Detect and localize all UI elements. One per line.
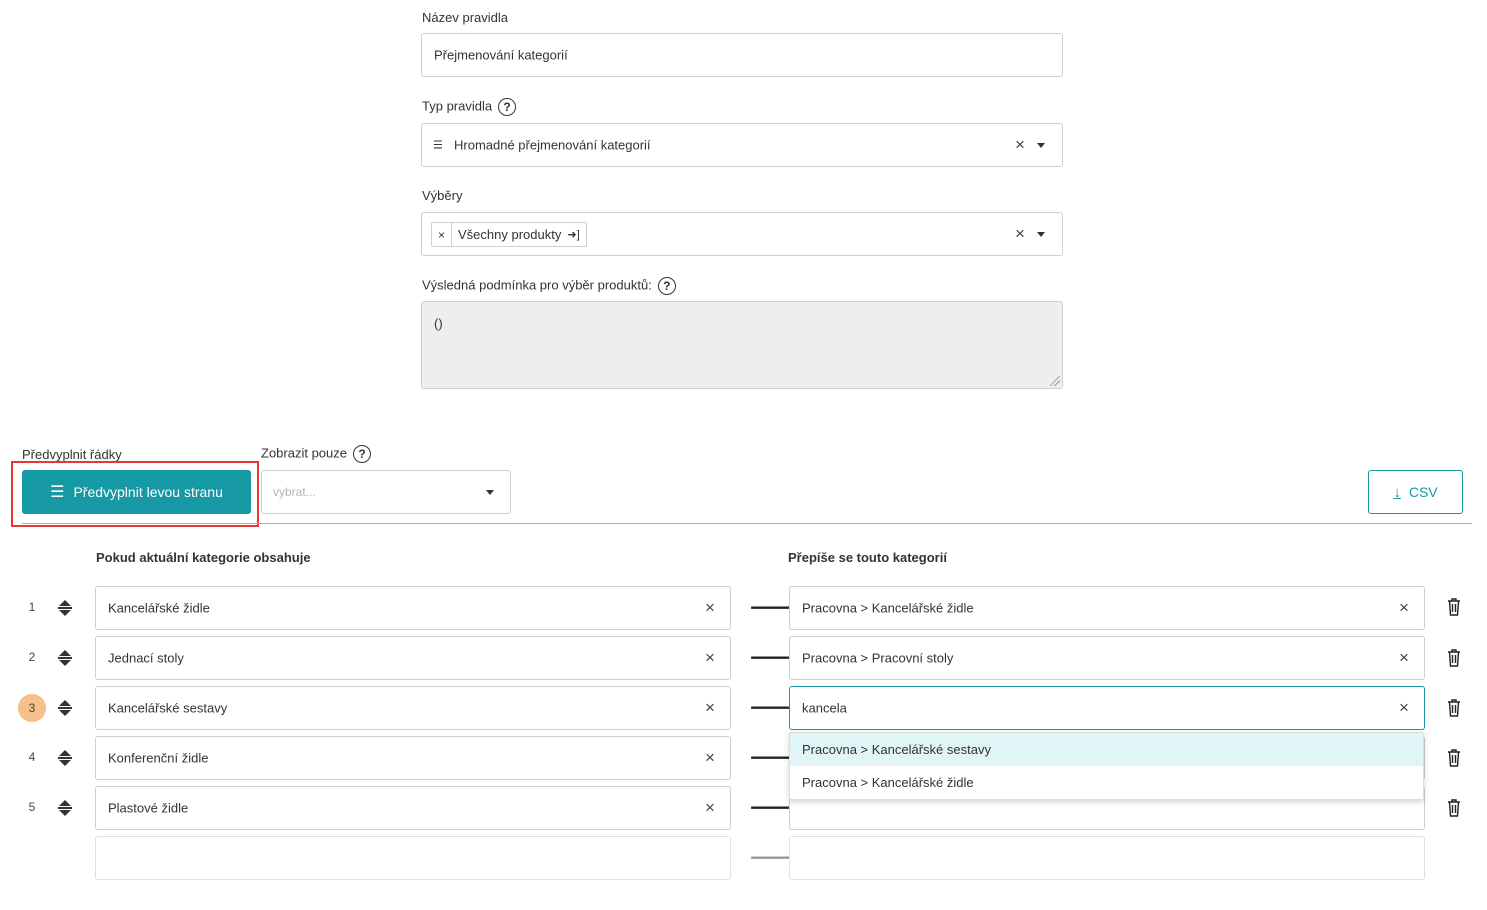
download-icon: ↓ — [1393, 483, 1401, 501]
left-column-header: Pokud aktuální kategorie obsahuje — [96, 550, 311, 565]
target-input-focused[interactable]: kancela × — [789, 686, 1425, 730]
new-source-input[interactable] — [95, 836, 731, 880]
row-number: 1 — [28, 600, 36, 614]
drag-sort-icon[interactable] — [58, 649, 72, 667]
rule-type-label-row: Typ pravidla? — [422, 98, 517, 116]
autocomplete-option[interactable]: Pracovna > Kancelářské židle — [790, 766, 1423, 799]
row-number: 5 — [28, 800, 36, 814]
clear-icon[interactable]: × — [705, 698, 715, 718]
right-column-header: Přepíše se touto kategorií — [788, 550, 947, 565]
rule-name-label: Název pravidla — [422, 10, 508, 25]
source-value: Kancelářské sestavy — [108, 700, 228, 716]
clear-icon[interactable]: × — [1399, 698, 1409, 718]
source-value: Konferenční židle — [108, 750, 209, 766]
trash-icon[interactable] — [1447, 799, 1461, 817]
source-input[interactable]: Kancelářské židle × — [95, 586, 731, 630]
rule-name-value: Přejmenování kategorií — [434, 47, 568, 63]
selections-label: Výběry — [422, 188, 463, 203]
rule-name-input[interactable]: Přejmenování kategorií — [421, 33, 1063, 77]
remove-tag-icon[interactable]: × — [432, 223, 453, 246]
show-only-label: Zobrazit pouze — [261, 445, 347, 461]
target-input[interactable]: Pracovna > Pracovní stoly × — [789, 636, 1425, 680]
sign-in-icon[interactable]: ➜] — [567, 228, 585, 241]
target-input[interactable]: Pracovna > Kancelářské židle × — [789, 586, 1425, 630]
chevron-down-icon[interactable] — [1037, 143, 1045, 148]
list-icon: ☰ — [50, 484, 65, 501]
source-value: Plastové židle — [108, 800, 189, 816]
rule-type-value: Hromadné přejmenování kategorií — [454, 137, 651, 153]
selections-select[interactable]: × Všechny produkty ➜] × — [421, 212, 1063, 256]
prefill-left-button[interactable]: ☰ Předvyplnit levou stranu — [22, 470, 251, 514]
csv-button[interactable]: ↓ CSV — [1368, 470, 1463, 514]
show-only-select[interactable]: vybrat... — [261, 470, 511, 514]
source-input[interactable]: Plastové židle × — [95, 786, 731, 830]
target-value: Pracovna > Kancelářské židle — [802, 600, 974, 616]
drag-sort-icon[interactable] — [58, 749, 72, 767]
condition-textarea: () — [421, 301, 1063, 389]
source-input[interactable]: Kancelářské sestavy × — [95, 686, 731, 730]
prefill-label: Předvyplnit řádky — [22, 447, 122, 462]
source-value: Jednací stoly — [108, 650, 184, 666]
source-input[interactable]: Konferenční židle × — [95, 736, 731, 780]
target-value: kancela — [802, 700, 847, 716]
autocomplete-option[interactable]: Pracovna > Kancelářské sestavy — [790, 733, 1423, 766]
row-number: 2 — [28, 650, 36, 664]
condition-label-row: Výsledná podmínka pro výběr produktů:? — [422, 277, 676, 295]
row-number-active: 3 — [18, 694, 46, 722]
help-icon[interactable]: ? — [498, 98, 517, 116]
prefill-left-label: Předvyplnit levou stranu — [73, 484, 223, 500]
source-value: Kancelářské židle — [108, 600, 210, 616]
row-number: 4 — [28, 750, 36, 764]
condition-label: Výsledná podmínka pro výběr produktů: — [422, 277, 652, 293]
condition-value: () — [434, 316, 443, 331]
clear-icon[interactable]: × — [1015, 135, 1025, 155]
clear-icon[interactable]: × — [1015, 224, 1025, 244]
new-target-input[interactable] — [789, 836, 1425, 880]
drag-sort-icon[interactable] — [58, 699, 72, 717]
csv-label: CSV — [1408, 484, 1438, 500]
selection-tag: × Všechny produkty ➜] — [431, 222, 587, 247]
target-value: Pracovna > Pracovní stoly — [802, 650, 954, 666]
trash-icon[interactable] — [1447, 598, 1461, 616]
show-only-label-row: Zobrazit pouze? — [261, 445, 371, 463]
drag-sort-icon[interactable] — [58, 599, 72, 617]
divider — [22, 523, 1472, 524]
clear-icon[interactable]: × — [705, 598, 715, 618]
clear-icon[interactable]: × — [705, 798, 715, 818]
clear-icon[interactable]: × — [705, 748, 715, 768]
drag-sort-icon[interactable] — [58, 799, 72, 817]
clear-icon[interactable]: × — [705, 648, 715, 668]
trash-icon[interactable] — [1447, 649, 1461, 667]
help-icon[interactable]: ? — [353, 445, 371, 463]
trash-icon[interactable] — [1447, 699, 1461, 717]
clear-icon[interactable]: × — [1399, 648, 1409, 668]
chevron-down-icon[interactable] — [1037, 232, 1045, 237]
help-icon[interactable]: ? — [657, 277, 676, 295]
resize-handle[interactable] — [1050, 376, 1060, 386]
source-input[interactable]: Jednací stoly × — [95, 636, 731, 680]
autocomplete-dropdown: Pracovna > Kancelářské sestavy Pracovna … — [789, 732, 1424, 800]
clear-icon[interactable]: × — [1399, 598, 1409, 618]
trash-icon[interactable] — [1447, 749, 1461, 767]
selection-tag-label: Všechny produkty — [458, 227, 562, 242]
list-icon: ☰ — [433, 139, 443, 152]
show-only-placeholder: vybrat... — [273, 485, 316, 499]
rule-type-label: Typ pravidla — [422, 98, 493, 114]
chevron-down-icon[interactable] — [486, 490, 494, 495]
rule-type-select[interactable]: ☰ Hromadné přejmenování kategorií × — [421, 123, 1063, 167]
